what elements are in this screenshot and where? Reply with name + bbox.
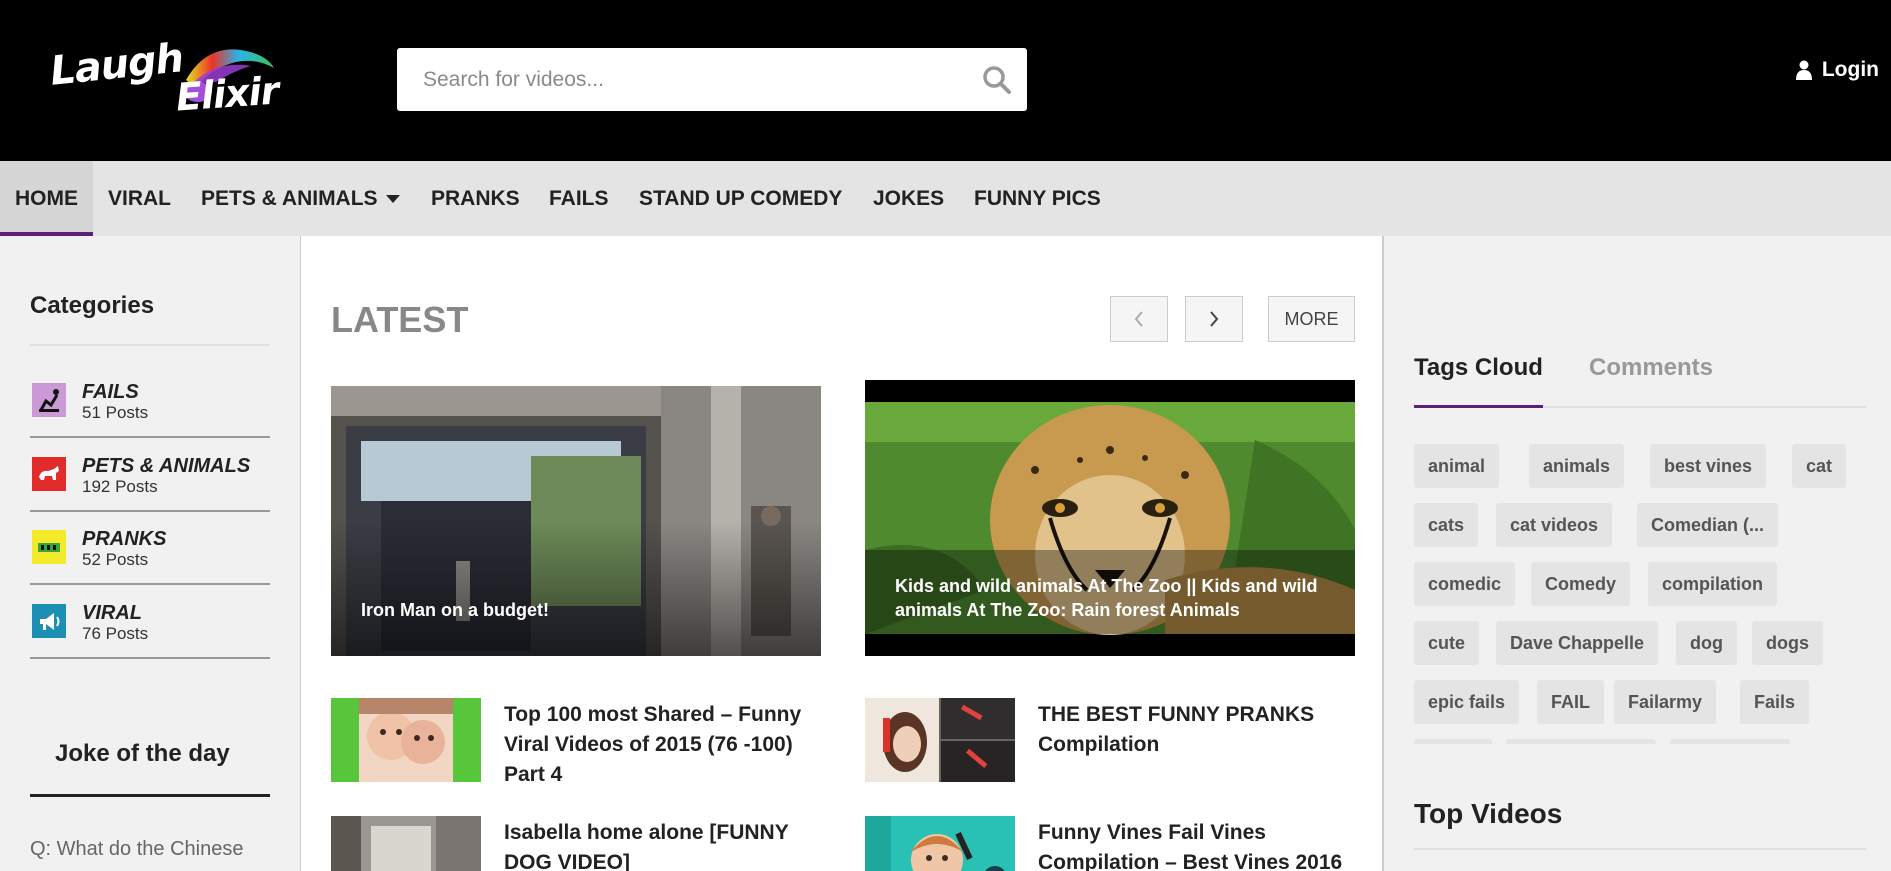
category-count: 76 Posts [82, 624, 149, 643]
top-videos-divider [1414, 848, 1866, 850]
tag-epic-fails[interactable]: epic fails [1414, 680, 1520, 724]
search-input[interactable] [397, 48, 957, 111]
post-title: Isabella home alone [FUNNY DOG VIDEO] [504, 821, 789, 871]
tag-cat-videos[interactable]: cat videos [1496, 503, 1613, 547]
tag-failarmy[interactable]: Failarmy [1614, 680, 1717, 724]
category-name: PETS & ANIMALS [82, 455, 251, 477]
category-count: 51 Posts [82, 403, 149, 422]
tag-animals[interactable]: animals [1529, 444, 1625, 488]
tag-dave-chappelle[interactable]: Dave Chappelle [1496, 621, 1659, 665]
chevron-right-icon [1210, 311, 1219, 327]
category-name: FAILS [82, 381, 139, 403]
logo-text-elixir: Elixir [174, 68, 280, 120]
user-icon [1795, 60, 1812, 80]
nav-item-home[interactable]: HOME [0, 161, 93, 236]
tag-partial[interactable] [1506, 739, 1656, 744]
latest-section-title: LATEST [331, 299, 469, 340]
post-item[interactable]: THE BEST FUNNY PRANKS Compilation [865, 698, 1359, 786]
logo-text-laugh: Laugh [47, 35, 186, 95]
next-page-button[interactable] [1185, 296, 1243, 342]
tag-comedy[interactable]: Comedy [1531, 562, 1631, 606]
more-button[interactable]: MORE [1268, 296, 1355, 342]
nav-item-fails[interactable]: FAILS [549, 161, 609, 236]
pets-category-icon [32, 457, 66, 491]
categories-divider [30, 344, 270, 346]
pranks-category-icon [32, 530, 66, 564]
tag-dogs[interactable]: dogs [1752, 621, 1823, 665]
login-link[interactable]: Login [1795, 58, 1879, 82]
tag-animal[interactable]: animal [1414, 444, 1500, 488]
nav-item-jokes[interactable]: JOKES [873, 161, 944, 236]
chevron-left-icon [1134, 311, 1143, 327]
post-thumbnail [331, 698, 481, 782]
top-videos-title: Top Videos [1414, 798, 1563, 829]
category-name: PRANKS [82, 528, 167, 550]
nav-item-pets-animals[interactable]: PETS & ANIMALS [201, 161, 400, 236]
tag-cat[interactable]: cat [1792, 444, 1847, 488]
featured-video-title: Kids and wild animals At The Zoo || Kids… [895, 576, 1318, 620]
previous-page-button[interactable] [1110, 296, 1168, 342]
main-content: LATEST MORE Iron Man on a budget! Kids a… [300, 236, 1384, 871]
post-title: THE BEST FUNNY PRANKS Compilation [1038, 703, 1315, 756]
main-nav: HOME VIRAL PETS & ANIMALS PRANKS FAILS S… [0, 161, 1891, 236]
search-icon[interactable] [981, 64, 1013, 96]
category-item-viral[interactable]: VIRAL 76 Posts [30, 586, 270, 659]
post-item[interactable]: Isabella home alone [FUNNY DOG VIDEO] [331, 816, 825, 871]
post-item[interactable]: Funny Vines Fail Vines Compilation – Bes… [865, 816, 1359, 871]
tag-cute[interactable]: cute [1414, 621, 1480, 665]
categories-title: Categories [30, 292, 155, 319]
category-item-pranks[interactable]: PRANKS 52 Posts [30, 512, 270, 585]
joke-text: Q: What do the Chinese [30, 838, 244, 860]
megaphone-icon [32, 604, 66, 638]
right-sidebar: Tags Cloud Comments animal animals best … [1384, 236, 1891, 871]
nav-item-stand-up-comedy[interactable]: STAND UP COMEDY [639, 161, 842, 236]
category-count: 192 Posts [82, 477, 158, 496]
active-tab-indicator [1414, 405, 1543, 408]
post-thumbnail [331, 816, 481, 871]
post-thumbnail [865, 816, 1015, 871]
login-label: Login [1821, 58, 1879, 81]
tags-cloud: animal animals best vines cat cats cat v… [1414, 444, 1874, 744]
fails-category-icon [32, 383, 66, 417]
featured-video-card[interactable]: Kids and wild animals At The Zoo || Kids… [865, 380, 1355, 656]
joke-of-the-day-title: Joke of the day [55, 740, 230, 767]
app-root: Laugh Elixir Login HOME VIRAL PETS & AN [0, 0, 1891, 871]
tag-fails[interactable]: Fails [1740, 680, 1810, 724]
tag-partial[interactable] [1414, 739, 1492, 744]
site-header: Laugh Elixir Login [0, 0, 1891, 161]
post-thumbnail [865, 698, 1015, 782]
search-box [397, 48, 1027, 111]
post-title: Funny Vines Fail Vines Compilation – Bes… [1038, 821, 1343, 871]
tag-fail[interactable]: FAIL [1537, 680, 1604, 724]
featured-video-card[interactable]: Iron Man on a budget! [331, 386, 821, 656]
chevron-down-icon [385, 195, 400, 204]
site-logo[interactable]: Laugh Elixir [48, 35, 298, 120]
nav-item-viral[interactable]: VIRAL [108, 161, 171, 236]
nav-item-funny-pics[interactable]: FUNNY PICS [974, 161, 1101, 236]
tag-compilation[interactable]: compilation [1648, 562, 1778, 606]
post-title: Top 100 most Shared – Funny Viral Videos… [504, 703, 802, 786]
category-name: VIRAL [82, 602, 142, 624]
tag-comedian[interactable]: Comedian (... [1637, 503, 1779, 547]
joke-divider [30, 794, 270, 797]
nav-item-pranks[interactable]: PRANKS [431, 161, 520, 236]
category-item-pets-animals[interactable]: PETS & ANIMALS 192 Posts [30, 439, 270, 512]
tag-dog[interactable]: dog [1676, 621, 1737, 665]
category-item-fails[interactable]: FAILS 51 Posts [30, 365, 270, 438]
left-sidebar: Categories FAILS 51 Posts PETS & ANIMALS… [0, 236, 300, 871]
tag-partial[interactable] [1670, 739, 1790, 744]
category-count: 52 Posts [82, 550, 149, 569]
tab-comments[interactable]: Comments [1589, 354, 1713, 382]
post-item[interactable]: Top 100 most Shared – Funny Viral Videos… [331, 698, 825, 786]
tag-comedic[interactable]: comedic [1414, 562, 1516, 606]
nav-item-pets-animals-label: PETS & ANIMALS [201, 187, 378, 210]
featured-video-title: Iron Man on a budget! [361, 600, 549, 620]
tag-best-vines[interactable]: best vines [1650, 444, 1767, 488]
tag-cats[interactable]: cats [1414, 503, 1479, 547]
tab-tags-cloud[interactable]: Tags Cloud [1414, 354, 1543, 382]
